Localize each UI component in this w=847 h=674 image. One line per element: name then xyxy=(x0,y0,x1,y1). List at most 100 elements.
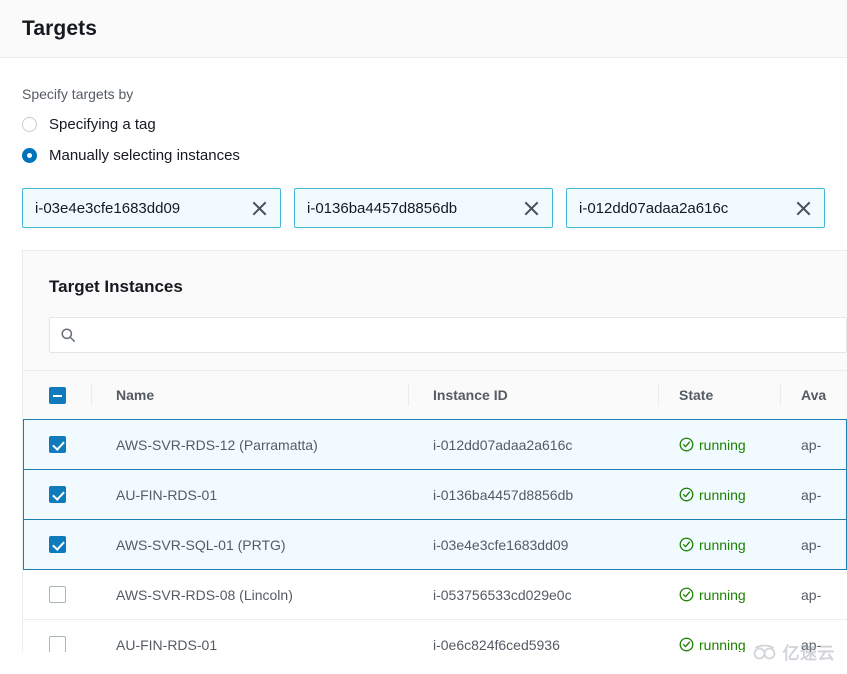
row-cell-name: AWS-SVR-RDS-12 (Parramatta) xyxy=(91,420,408,469)
status-badge: running xyxy=(679,487,746,503)
instance-token[interactable]: i-0136ba4457d8856db xyxy=(294,188,553,228)
row-checkbox[interactable] xyxy=(48,486,66,503)
row-instance-id: i-053756533cd029e0c xyxy=(433,586,572,603)
row-cell-instance-id: i-0e6c824f6ced5936 xyxy=(408,620,658,653)
check-circle-icon xyxy=(679,537,694,552)
radio-label-specifying-a-tag: Specifying a tag xyxy=(49,116,156,133)
status-badge: running xyxy=(679,636,746,653)
column-header-label: Instance ID xyxy=(433,387,508,403)
check-circle-icon xyxy=(679,637,694,652)
search-box[interactable] xyxy=(49,317,847,353)
column-header-label: Ava xyxy=(801,387,827,403)
instance-token[interactable]: i-012dd07adaa2a616c xyxy=(566,188,825,228)
row-name: AWS-SVR-SQL-01 (PRTG) xyxy=(116,536,286,553)
column-header-state[interactable]: State xyxy=(658,371,780,419)
row-cell-instance-id: i-053756533cd029e0c xyxy=(408,570,658,619)
row-state: running xyxy=(699,436,746,453)
column-header-availability-zone[interactable]: Ava xyxy=(780,371,847,419)
search-input[interactable] xyxy=(85,318,836,352)
radio-option-manually-selecting-instances[interactable]: Manually selecting instances xyxy=(22,143,825,168)
row-cell-instance-id: i-03e4e3cfe1683dd09 xyxy=(408,520,658,569)
row-availability-zone: ap- xyxy=(801,586,822,603)
row-availability-zone: ap- xyxy=(801,486,822,503)
column-header-name[interactable]: Name xyxy=(91,371,408,419)
row-cell-availability-zone: ap- xyxy=(780,570,847,619)
column-header-instance-id[interactable]: Instance ID xyxy=(408,371,658,419)
row-cell-instance-id: i-0136ba4457d8856db xyxy=(408,470,658,519)
page-header: Targets xyxy=(0,0,847,58)
targets-form: Specify targets by Specifying a tag Manu… xyxy=(0,58,847,228)
row-name: AWS-SVR-RDS-12 (Parramatta) xyxy=(116,436,318,453)
close-icon[interactable] xyxy=(792,197,814,219)
row-select-cell xyxy=(23,420,91,469)
row-cell-name: AWS-SVR-SQL-01 (PRTG) xyxy=(91,520,408,569)
row-instance-id: i-0136ba4457d8856db xyxy=(433,486,574,503)
select-all-checkbox[interactable] xyxy=(48,386,66,404)
radio-option-specifying-a-tag[interactable]: Specifying a tag xyxy=(22,112,825,137)
panel-title: Target Instances xyxy=(49,277,183,296)
row-cell-availability-zone: ap- xyxy=(780,470,847,519)
close-icon[interactable] xyxy=(520,197,542,219)
check-circle-icon xyxy=(679,437,694,452)
instance-token-label: i-012dd07adaa2a616c xyxy=(579,199,729,217)
row-state: running xyxy=(699,486,746,503)
row-instance-id: i-03e4e3cfe1683dd09 xyxy=(433,536,569,553)
table-row[interactable]: AU-FIN-RDS-01 i-0136ba4457d8856db runnin… xyxy=(23,469,847,520)
target-instances-panel: Target Instances Name Instance ID State … xyxy=(22,250,847,652)
radio-icon-unselected[interactable] xyxy=(22,117,37,132)
row-checkbox[interactable] xyxy=(48,636,66,652)
panel-header: Target Instances xyxy=(23,251,847,297)
app-root: Targets Specify targets by Specifying a … xyxy=(0,0,847,674)
table-row[interactable]: AWS-SVR-RDS-12 (Parramatta) i-012dd07ada… xyxy=(23,419,847,470)
row-availability-zone: ap- xyxy=(801,436,822,453)
row-availability-zone: ap- xyxy=(801,636,822,653)
row-cell-state: running xyxy=(658,470,780,519)
row-instance-id: i-0e6c824f6ced5936 xyxy=(433,636,560,653)
table-row[interactable]: AWS-SVR-RDS-08 (Lincoln) i-053756533cd02… xyxy=(23,569,847,620)
instance-token-label: i-0136ba4457d8856db xyxy=(307,199,458,217)
instances-table: Name Instance ID State Ava AWS-SVR-RDS-1… xyxy=(23,370,847,652)
table-row[interactable]: AWS-SVR-SQL-01 (PRTG) i-03e4e3cfe1683dd0… xyxy=(23,519,847,570)
column-header-label: Name xyxy=(116,387,155,403)
search-icon xyxy=(60,327,76,343)
row-checkbox[interactable] xyxy=(48,536,66,553)
radio-icon-selected[interactable] xyxy=(22,148,37,163)
table-header-row: Name Instance ID State Ava xyxy=(23,370,847,420)
row-select-cell xyxy=(23,470,91,519)
radio-label-manually-selecting-instances: Manually selecting instances xyxy=(49,147,240,164)
status-badge: running xyxy=(679,537,746,553)
row-select-cell xyxy=(23,620,91,652)
row-cell-state: running xyxy=(658,570,780,619)
row-availability-zone: ap- xyxy=(801,536,822,553)
row-select-cell xyxy=(23,520,91,569)
table-header-select-all-cell xyxy=(23,371,91,419)
row-cell-name: AWS-SVR-RDS-08 (Lincoln) xyxy=(91,570,408,619)
row-cell-state: running xyxy=(658,620,780,652)
row-instance-id: i-012dd07adaa2a616c xyxy=(433,436,573,453)
row-checkbox[interactable] xyxy=(48,586,66,603)
row-select-cell xyxy=(23,570,91,619)
row-name: AWS-SVR-RDS-08 (Lincoln) xyxy=(116,586,293,603)
page-title: Targets xyxy=(22,16,97,40)
row-checkbox[interactable] xyxy=(48,436,66,453)
row-name: AU-FIN-RDS-01 xyxy=(116,486,218,503)
check-circle-icon xyxy=(679,487,694,502)
row-state: running xyxy=(699,586,746,603)
row-cell-name: AU-FIN-RDS-01 xyxy=(91,470,408,519)
instance-token[interactable]: i-03e4e3cfe1683dd09 xyxy=(22,188,281,228)
row-state: running xyxy=(699,636,746,653)
row-cell-availability-zone: ap- xyxy=(780,520,847,569)
panel-toolbar xyxy=(23,297,847,371)
row-name: AU-FIN-RDS-01 xyxy=(116,636,218,653)
row-state: running xyxy=(699,536,746,553)
close-icon[interactable] xyxy=(248,197,270,219)
row-cell-state: running xyxy=(658,420,780,469)
row-cell-name: AU-FIN-RDS-01 xyxy=(91,620,408,653)
row-cell-availability-zone: ap- xyxy=(780,420,847,469)
status-badge: running xyxy=(679,437,746,453)
table-row[interactable]: AU-FIN-RDS-01 i-0e6c824f6ced5936 running xyxy=(23,619,847,652)
column-header-label: State xyxy=(679,387,714,403)
row-cell-state: running xyxy=(658,520,780,569)
status-badge: running xyxy=(679,587,746,603)
row-cell-availability-zone: ap- xyxy=(780,620,847,653)
